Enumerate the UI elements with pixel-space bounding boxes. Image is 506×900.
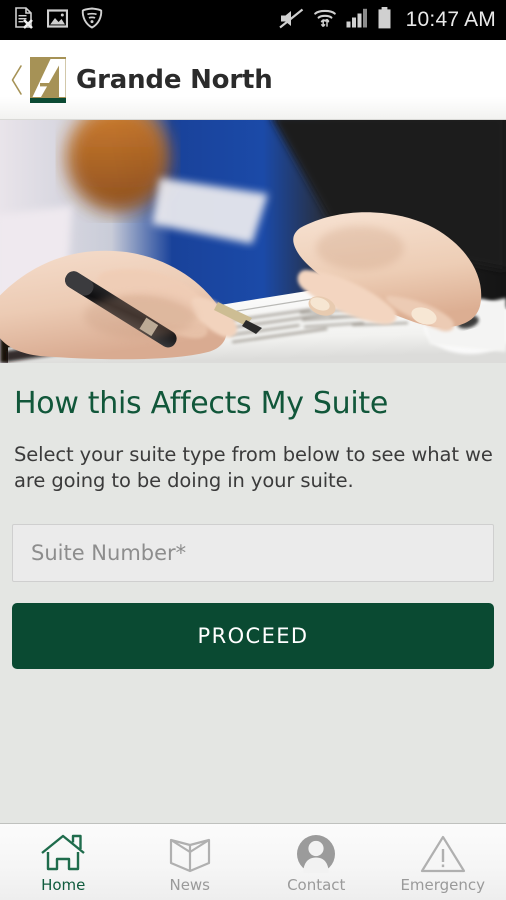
- hero-image: [0, 120, 506, 363]
- nav-item-emergency[interactable]: Emergency: [380, 824, 506, 900]
- status-bar: 10:47 AM: [0, 0, 506, 40]
- book-icon: [166, 831, 214, 877]
- status-bar-clock: 10:47 AM: [405, 8, 496, 31]
- mute-icon: [279, 8, 304, 33]
- grande-north-logo: [30, 56, 66, 103]
- page-title: Grande North: [76, 64, 273, 95]
- nav-item-news[interactable]: News: [127, 824, 254, 900]
- status-bar-right-icons: 10:47 AM: [279, 7, 496, 33]
- proceed-button[interactable]: PROCEED: [12, 603, 494, 670]
- content-heading: How this Affects My Suite: [14, 386, 389, 421]
- status-bar-left-icons: [14, 7, 103, 33]
- document-error-icon: [14, 7, 34, 33]
- app-root: 10:47 AM Grande North How this Affects M…: [0, 0, 506, 900]
- nav-item-home[interactable]: Home: [0, 824, 127, 900]
- nav-item-contact[interactable]: Contact: [253, 824, 380, 900]
- battery-icon: [377, 7, 392, 33]
- nav-label-contact: Contact: [287, 876, 346, 894]
- nav-label-home: Home: [41, 876, 86, 894]
- gallery-image-icon: [46, 8, 69, 32]
- main-content: How this Affects My Suite Select your su…: [0, 363, 506, 823]
- wifi-transfer-icon: [313, 7, 337, 33]
- back-button[interactable]: [6, 60, 28, 100]
- suite-number-input[interactable]: [12, 524, 494, 583]
- warning-triangle-icon: [419, 831, 467, 877]
- content-description: Select your suite type from below to see…: [14, 443, 493, 493]
- bottom-navigation: Home News Contact Emergency: [0, 823, 506, 900]
- logo-accent-bar: [30, 97, 66, 103]
- wifi-shield-icon: [81, 7, 103, 33]
- app-header: Grande North: [0, 40, 506, 120]
- cellular-signal-icon: [346, 8, 368, 32]
- nav-label-emergency: Emergency: [400, 876, 486, 894]
- nav-label-news: News: [169, 876, 211, 894]
- person-circle-icon: [292, 831, 340, 877]
- home-icon: [39, 831, 87, 877]
